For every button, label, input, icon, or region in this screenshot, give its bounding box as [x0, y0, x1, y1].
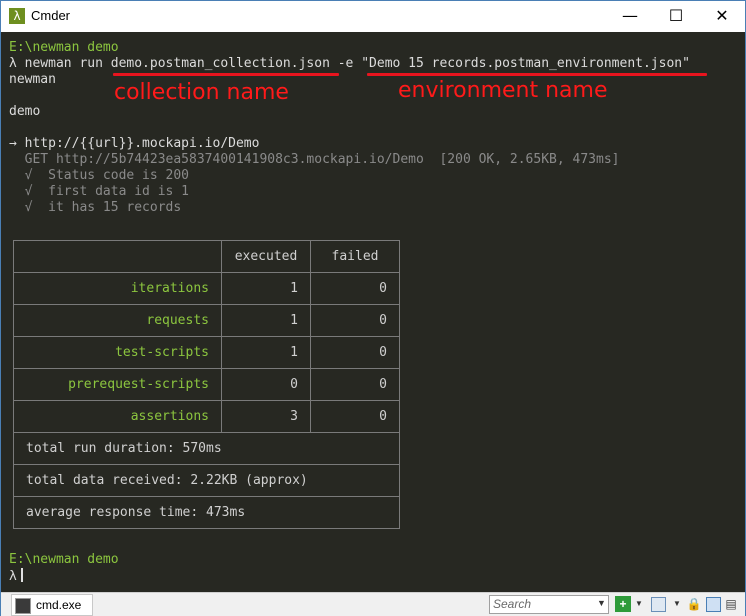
collection-name-annotation: collection name: [114, 80, 289, 105]
title-bar[interactable]: λ Cmder — ☐ ✕: [1, 1, 745, 32]
summary-row: average response time: 473ms: [13, 496, 400, 529]
executed-cell: 3: [221, 400, 311, 433]
maximize-button[interactable]: ☐: [653, 1, 699, 31]
status-bar: cmd.exe Search ▼ + ▼ ▼ 🔒 ▤: [1, 592, 745, 616]
environment-underline: [367, 73, 707, 76]
lambda-icon: λ: [9, 8, 25, 24]
data-received: total data received: 2.22KB (approx): [13, 464, 400, 497]
environment-file: "Demo 15 records.postman_environment.jso…: [361, 56, 690, 71]
settings-icon[interactable]: ▤: [723, 596, 739, 612]
collection-title: demo: [9, 104, 41, 119]
final-prompt[interactable]: λ: [9, 568, 23, 585]
summary-table: executed failed iterations 1 0 requests …: [13, 240, 400, 529]
collection-file: demo.postman_collection.json: [110, 56, 330, 71]
run-duration: total run duration: 570ms: [13, 432, 400, 465]
avg-response-time: average response time: 473ms: [13, 496, 400, 529]
plus-icon[interactable]: +: [615, 596, 631, 612]
test-result: √ it has 15 records: [9, 200, 182, 215]
collection-underline: [113, 73, 339, 76]
console-tab[interactable]: cmd.exe: [11, 594, 93, 616]
tab-label: cmd.exe: [36, 598, 82, 612]
header-cell: [13, 240, 222, 273]
header-cell: failed: [310, 240, 400, 273]
chevron-down-icon[interactable]: ▼: [669, 596, 685, 612]
prompt-directory: E:\newman demo: [9, 40, 119, 55]
table-row: assertions 3 0: [13, 400, 400, 433]
row-label: iterations: [13, 272, 222, 305]
cmder-window: λ Cmder — ☐ ✕ E:\newman demo λ newman ru…: [0, 0, 746, 616]
failed-cell: 0: [310, 304, 400, 337]
failed-cell: 0: [310, 272, 400, 305]
newman-header: newman: [9, 72, 56, 87]
environment-name-annotation: environment name: [398, 78, 608, 103]
summary-row: total run duration: 570ms: [13, 432, 400, 465]
table-row: prerequest-scripts 0 0: [13, 368, 400, 401]
executed-cell: 1: [221, 272, 311, 305]
failed-cell: 0: [310, 336, 400, 369]
test-result: √ first data id is 1: [9, 184, 190, 199]
lambda-prompt: λ: [9, 569, 17, 584]
row-label: test-scripts: [13, 336, 222, 369]
chevron-down-icon[interactable]: ▼: [597, 598, 606, 608]
row-label: requests: [13, 304, 222, 337]
text-cursor: [20, 568, 23, 582]
final-prompt-directory: E:\newman demo: [9, 552, 119, 567]
command-prefix: λ newman run: [9, 56, 111, 71]
chevron-down-icon[interactable]: ▼: [631, 596, 647, 612]
request-name: → http://{{url}}.mockapi.io/Demo: [9, 136, 260, 151]
table-header-row: executed failed: [13, 240, 400, 273]
table-row: requests 1 0: [13, 304, 400, 337]
window-title: Cmder: [31, 8, 71, 23]
console-window-icon[interactable]: [651, 597, 666, 612]
minimize-button[interactable]: —: [607, 1, 653, 31]
table-row: iterations 1 0: [13, 272, 400, 305]
terminal-pane[interactable]: E:\newman demo λ newman run demo.postman…: [1, 32, 745, 592]
failed-cell: 0: [310, 400, 400, 433]
failed-cell: 0: [310, 368, 400, 401]
table-row: test-scripts 1 0: [13, 336, 400, 369]
close-button[interactable]: ✕: [699, 1, 745, 31]
layout-icon[interactable]: [706, 597, 721, 612]
search-input[interactable]: Search ▼: [489, 595, 609, 614]
header-cell: executed: [221, 240, 311, 273]
executed-cell: 1: [221, 336, 311, 369]
row-label: prerequest-scripts: [13, 368, 222, 401]
console-icon: [15, 598, 31, 614]
test-result: √ Status code is 200: [9, 168, 190, 183]
executed-cell: 1: [221, 304, 311, 337]
request-detail: GET http://5b74423ea5837400141908c3.mock…: [9, 152, 620, 167]
search-placeholder: Search: [493, 597, 532, 611]
executed-cell: 0: [221, 368, 311, 401]
row-label: assertions: [13, 400, 222, 433]
env-flag: -e: [329, 56, 362, 71]
command-line: λ newman run demo.postman_collection.jso…: [9, 56, 690, 72]
lock-icon[interactable]: 🔒: [686, 596, 702, 612]
summary-row: total data received: 2.22KB (approx): [13, 464, 400, 497]
